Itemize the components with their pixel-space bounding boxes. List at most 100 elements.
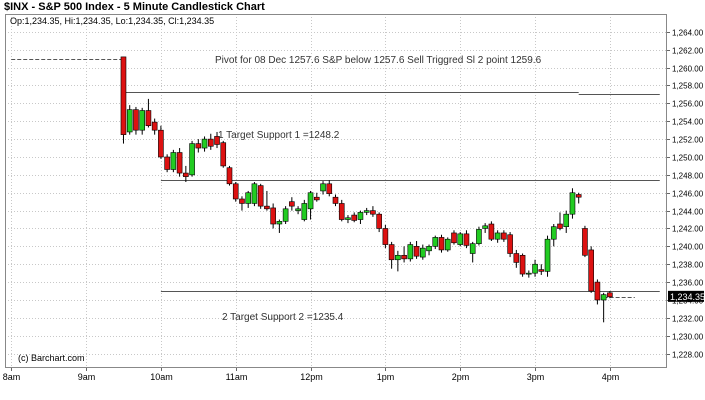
x-tick-label: 8am [3, 372, 21, 382]
candle-body [538, 269, 545, 272]
x-tick-label: 11am [226, 372, 248, 382]
candle-body [126, 109, 133, 133]
candle-body [183, 172, 189, 177]
candle-body [232, 183, 239, 200]
candle-body [420, 247, 426, 258]
x-tick-label: 4pm [602, 372, 620, 382]
candle-body [151, 121, 158, 131]
candle [588, 246, 594, 293]
candle-body [301, 203, 308, 220]
candle-body [513, 253, 520, 263]
candle [476, 226, 482, 246]
candle-body [569, 192, 576, 215]
candle-body [133, 109, 139, 131]
candle-body [276, 221, 283, 225]
candle-body [158, 129, 164, 158]
candle-body [532, 263, 538, 274]
candle-body [575, 194, 582, 198]
support-1-annotation: 1 Target Support 1 =1248.2 [218, 130, 340, 141]
y-tick-label: 1,252.00 [672, 136, 704, 145]
candle-body [270, 207, 276, 225]
candle-body [501, 232, 507, 240]
candle-body [594, 281, 601, 301]
candle [220, 140, 227, 168]
support-2-annotation: 2 Target Support 2 =1235.4 [222, 312, 344, 323]
candle-body [289, 201, 295, 207]
candle-body [326, 183, 333, 194]
pivot-annotation: Pivot for 08 Dec 1257.6 S&P below 1257.6… [215, 55, 542, 66]
candle-body [413, 246, 420, 257]
candle-body [195, 143, 202, 149]
candle-body [251, 183, 258, 204]
y-tick-label: 1,262.00 [672, 47, 704, 56]
y-tick-label: 1,250.00 [672, 154, 704, 163]
candle [544, 235, 551, 277]
candle-body [363, 210, 370, 213]
y-tick-label: 1,260.00 [672, 65, 704, 74]
candle-body [395, 254, 401, 261]
candle [282, 206, 289, 225]
candle-body [264, 205, 270, 210]
y-tick-label: 1,230.00 [672, 333, 704, 342]
candle-body [307, 192, 314, 210]
y-tick-label: 1,264.00 [672, 29, 704, 38]
candle-body [401, 254, 407, 260]
candle-body [170, 152, 177, 170]
candle [438, 234, 445, 253]
candle-body [494, 232, 501, 240]
candle-body [488, 223, 495, 240]
candle-body [457, 233, 464, 245]
candle-body [476, 229, 482, 244]
candle-body [282, 208, 289, 222]
y-tick-label: 1,238.00 [672, 261, 704, 270]
candle-body [438, 237, 445, 251]
candle-body [320, 183, 326, 192]
candle-body [607, 292, 613, 298]
candle-body [239, 198, 245, 204]
candle-body [426, 246, 432, 252]
candle [226, 165, 233, 186]
y-tick-label: 1,236.00 [672, 279, 704, 288]
candle [158, 125, 164, 159]
candle-body [345, 217, 351, 220]
candle-body [245, 192, 251, 204]
x-tick-label: 9am [78, 372, 96, 382]
candle-body [519, 254, 526, 275]
x-tick-label: 10am [150, 372, 173, 382]
candle [257, 183, 264, 209]
y-tick-label: 1,246.00 [672, 190, 704, 199]
y-tick-label: 1,258.00 [672, 82, 704, 91]
last-price-label: 1,234.35 [670, 292, 705, 302]
candle-body [588, 249, 594, 292]
candle-body [600, 294, 607, 301]
candle [569, 188, 576, 219]
candle-body [338, 203, 345, 220]
candle-body [550, 226, 557, 240]
candle-body [201, 138, 208, 149]
candle-body [557, 223, 563, 229]
last-price-tag: 1,234.35 [668, 290, 705, 302]
candle-body [164, 156, 170, 170]
candle [189, 140, 195, 177]
candle-body [257, 185, 264, 207]
y-tick-label: 1,254.00 [672, 118, 704, 127]
candle [232, 182, 239, 202]
candle-body [226, 167, 233, 185]
y-tick-label: 1,248.00 [672, 172, 704, 181]
y-axis: 1,228.001,230.001,232.001,234.001,236.00… [666, 29, 704, 360]
candle [176, 148, 183, 177]
candle [457, 232, 464, 247]
candle-body [207, 138, 214, 147]
candle [444, 237, 451, 252]
candle-body [357, 212, 364, 220]
candle [488, 221, 495, 241]
candle-body [469, 243, 476, 254]
candle-body [176, 152, 183, 174]
candle-body [382, 228, 389, 245]
copyright-text: (c) Barchart.com [18, 353, 85, 363]
candle [164, 154, 170, 173]
x-tick-label: 3pm [527, 372, 545, 382]
candle [382, 224, 389, 249]
candle [126, 105, 133, 135]
y-tick-label: 1,240.00 [672, 243, 704, 252]
